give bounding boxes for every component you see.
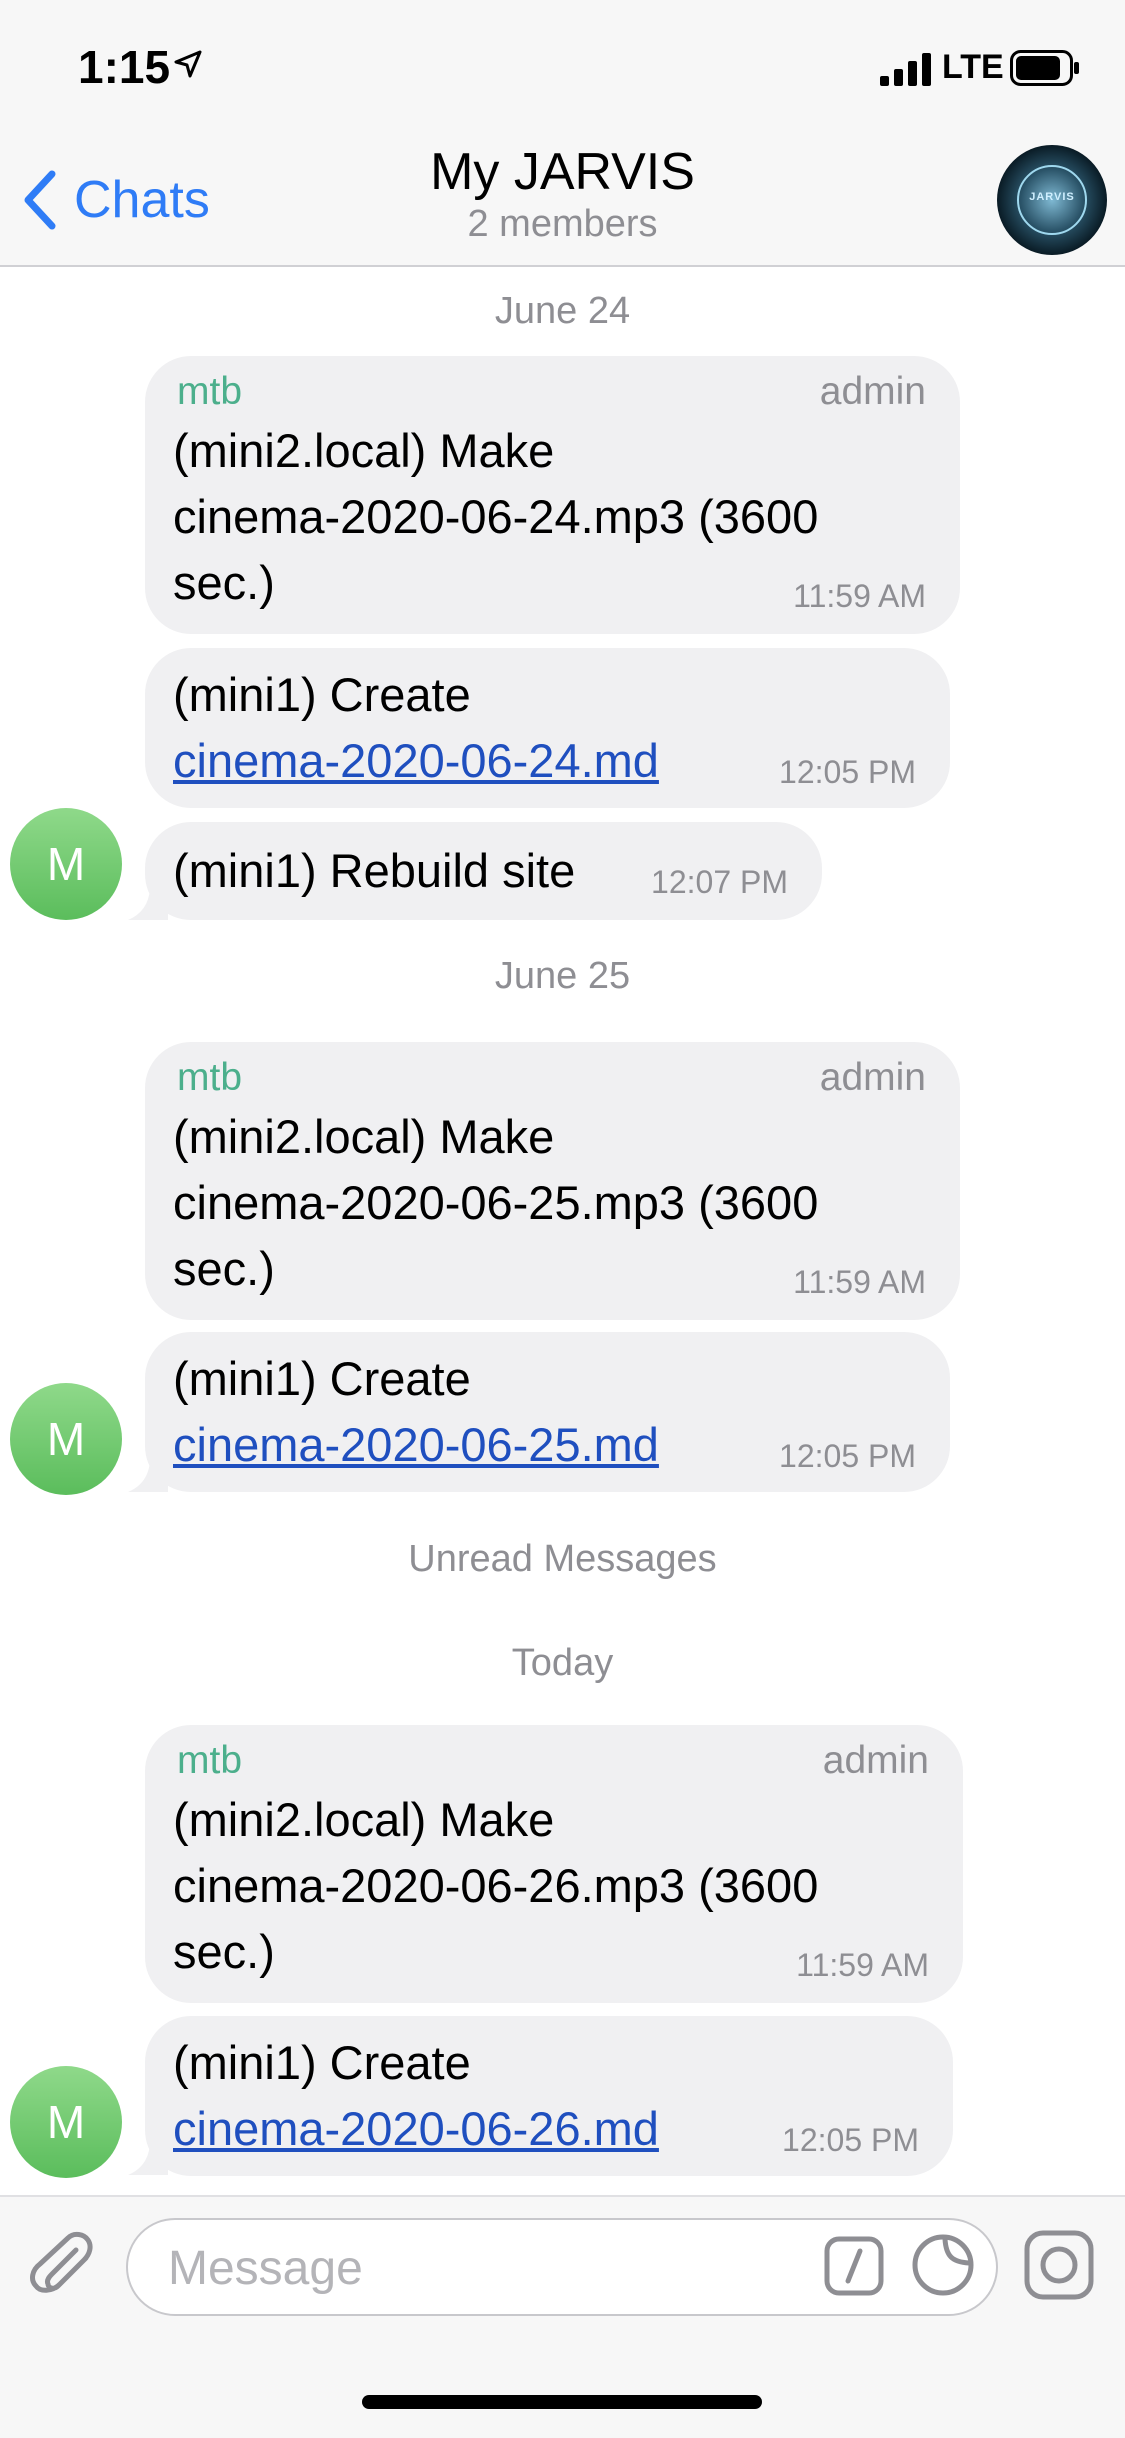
message-bubble[interactable]: (mini1) Create cinema-2020-06-24.md 12:0… xyxy=(145,648,950,808)
network-type: LTE xyxy=(942,48,1004,86)
battery-icon xyxy=(1010,50,1079,86)
message-text: cinema-2020-06-24.mp3 (3600 xyxy=(173,490,819,543)
file-link[interactable]: cinema-2020-06-26.md xyxy=(173,2096,659,2162)
message-text: (mini2.local) Make xyxy=(173,424,555,477)
message-time: 11:59 AM xyxy=(793,578,926,614)
message-text: (mini2.local) Make xyxy=(173,1793,555,1846)
message-sender[interactable]: mtb xyxy=(177,1739,242,1783)
message-text: sec.) xyxy=(173,1242,275,1295)
message-text: cinema-2020-06-25.mp3 (3600 xyxy=(173,1176,819,1229)
message-input[interactable] xyxy=(166,2236,730,2300)
message-text: (mini1) Rebuild site xyxy=(173,844,576,897)
sticker-icon[interactable] xyxy=(910,2232,976,2298)
camera-icon[interactable] xyxy=(1024,2230,1094,2300)
message-bubble[interactable]: mtb admin (mini2.local) Make cinema-2020… xyxy=(145,1725,963,2003)
message-bubble[interactable]: (mini1) Create cinema-2020-06-26.md 12:0… xyxy=(145,2016,953,2176)
avatar-logo-text: JARVIS xyxy=(1029,191,1075,203)
group-avatar[interactable]: JARVIS xyxy=(997,145,1107,255)
message-bubble[interactable]: (mini1) Create cinema-2020-06-25.md 12:0… xyxy=(145,1332,950,1492)
user-avatar[interactable]: M xyxy=(10,808,122,920)
message-text: (mini1) Create xyxy=(173,2036,471,2089)
message-text: sec.) xyxy=(173,1925,275,1978)
user-avatar[interactable]: M xyxy=(10,1383,122,1495)
message-bubble[interactable]: (mini1) Rebuild site 12:07 PM xyxy=(145,822,822,920)
message-time: 12:05 PM xyxy=(779,1438,916,1474)
sender-role: admin xyxy=(819,1056,926,1099)
user-avatar[interactable]: M xyxy=(10,2066,122,2178)
signal-icon xyxy=(880,53,931,86)
unread-separator: Unread Messages xyxy=(408,1538,717,1580)
chat-title[interactable]: My JARVIS xyxy=(0,142,1125,202)
message-bubble[interactable]: mtb admin (mini2.local) Make cinema-2020… xyxy=(145,1042,960,1320)
date-separator: June 25 xyxy=(494,955,631,997)
message-text: cinema-2020-06-26.mp3 (3600 xyxy=(173,1859,819,1912)
members-count: 2 members xyxy=(467,203,658,245)
message-time: 12:05 PM xyxy=(782,2122,919,2158)
sender-role: admin xyxy=(819,370,926,413)
message-time: 11:59 AM xyxy=(793,1264,926,1300)
message-text: (mini2.local) Make xyxy=(173,1110,555,1163)
message-bubble[interactable]: mtb admin (mini2.local) Make cinema-2020… xyxy=(145,356,960,634)
message-text: (mini1) Create xyxy=(173,668,471,721)
file-link[interactable]: cinema-2020-06-24.md xyxy=(173,728,659,794)
message-time: 11:59 AM xyxy=(796,1947,929,1983)
message-time: 12:07 PM xyxy=(651,864,788,900)
sender-role: admin xyxy=(822,1739,929,1782)
location-arrow-icon xyxy=(174,50,202,78)
slash-command-icon[interactable] xyxy=(824,2236,884,2296)
date-separator: June 24 xyxy=(494,290,631,332)
message-sender[interactable]: mtb xyxy=(177,1056,242,1100)
message-text: sec.) xyxy=(173,556,275,609)
home-indicator xyxy=(362,2395,762,2409)
message-text: (mini1) Create xyxy=(173,1352,471,1405)
status-time: 1:15 xyxy=(78,41,171,93)
message-sender[interactable]: mtb xyxy=(177,370,242,414)
date-separator: Today xyxy=(511,1642,614,1684)
paperclip-icon[interactable] xyxy=(28,2228,104,2304)
message-time: 12:05 PM xyxy=(779,754,916,790)
file-link[interactable]: cinema-2020-06-25.md xyxy=(173,1412,659,1478)
